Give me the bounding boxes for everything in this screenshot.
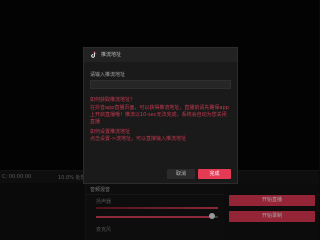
setup-body: 点击设置->流地址，可以直接输入推流地址 [90, 136, 186, 142]
setup-heading: 如何设置推流地址 [90, 129, 131, 135]
stream-url-dialog: 推流地址 请输入推流地址 如何获取推流地址？ 在抖音app直播页面，可以获得推流… [83, 47, 238, 184]
stream-url-input[interactable] [90, 80, 231, 89]
tiktok-logo-icon [91, 51, 97, 58]
howto-body: 在抖音app直播页面，可以获得推流地址，直播前请先确保app上开启直播哦！推流以… [90, 105, 229, 125]
howto-heading: 如何获取推流地址？ [90, 97, 136, 103]
dialog-header: 推流地址 [84, 48, 237, 62]
dialog-title: 推流地址 [101, 52, 122, 58]
confirm-button[interactable]: 完成 [198, 169, 231, 179]
cancel-button[interactable]: 取消 [167, 169, 195, 179]
input-prompt: 请输入推流地址 [90, 72, 126, 78]
